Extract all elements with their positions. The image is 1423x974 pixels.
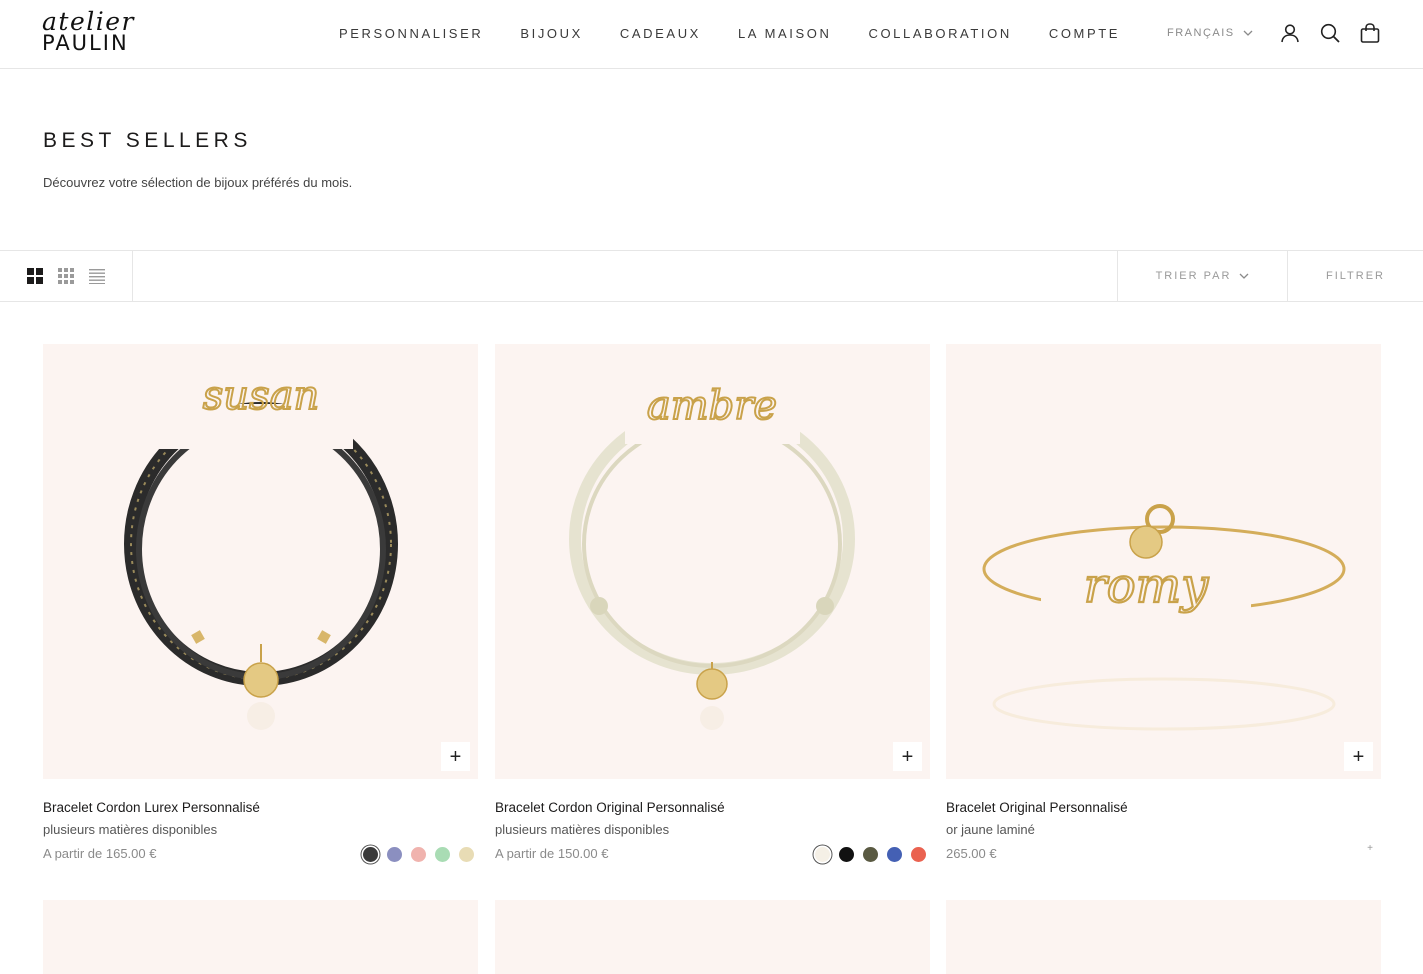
product-title[interactable]: Bracelet Cordon Lurex Personnalisé (43, 800, 260, 815)
nav-collaboration[interactable]: COLLABORATION (868, 26, 1011, 41)
color-swatch[interactable] (815, 847, 830, 862)
product-subtitle: plusieurs matières disponibles (495, 822, 670, 837)
cart-icon[interactable] (1359, 22, 1381, 44)
filter-label: FILTRER (1325, 270, 1386, 282)
product-card[interactable]: ambre + Bracelet Cordon Original Personn… (495, 344, 930, 862)
sort-button[interactable]: TRIER PAR (1117, 251, 1288, 301)
product-image[interactable]: susan + (43, 344, 478, 779)
logo-line2: PAULIN (42, 31, 129, 55)
language-selector[interactable]: FRANÇAIS (1167, 27, 1253, 39)
color-swatch[interactable] (435, 847, 450, 862)
product-card-partial[interactable] (43, 900, 478, 974)
bracelet-cordon-image: ambre (569, 382, 855, 730)
color-swatch[interactable] (839, 847, 854, 862)
engraving-text: romy (1084, 558, 1209, 614)
nav-bijoux[interactable]: BIJOUX (520, 26, 583, 41)
layout-switcher (0, 251, 133, 301)
sort-label: TRIER PAR (1155, 270, 1232, 282)
color-swatch[interactable] (911, 847, 926, 862)
filter-button[interactable]: FILTRER (1288, 251, 1423, 301)
color-swatch[interactable] (459, 847, 474, 862)
brand-logo[interactable]: atelier PAULIN (42, 9, 138, 54)
nav-personnaliser[interactable]: PERSONNALISER (339, 26, 483, 41)
product-card-partial[interactable] (495, 900, 930, 974)
account-icon[interactable] (1279, 22, 1301, 44)
page-title: BEST SELLERS (43, 129, 252, 152)
engraving-text: ambre (647, 383, 777, 429)
language-label: FRANÇAIS (1167, 27, 1235, 39)
color-swatch[interactable] (887, 847, 902, 862)
nav-la-maison[interactable]: LA MAISON (738, 26, 831, 41)
color-swatches (815, 847, 926, 862)
search-icon[interactable] (1319, 22, 1341, 44)
product-title[interactable]: Bracelet Cordon Original Personnalisé (495, 800, 725, 815)
nav-cadeaux[interactable]: CADEAUX (620, 26, 701, 41)
product-card-partial[interactable] (946, 900, 1381, 974)
color-swatch[interactable] (411, 847, 426, 862)
color-swatch[interactable] (387, 847, 402, 862)
plus-icon: + (1367, 843, 1373, 854)
bracelet-lurex-image: susan (124, 372, 398, 730)
list-icon[interactable] (89, 268, 105, 284)
product-image[interactable]: ambre + (495, 344, 930, 779)
product-subtitle: plusieurs matières disponibles (43, 822, 218, 837)
site-header: atelier PAULIN PERSONNALISER BIJOUX CADE… (0, 0, 1423, 69)
color-swatch[interactable] (363, 847, 378, 862)
color-swatches (363, 847, 474, 862)
collection-toolbar: TRIER PAR FILTRER (0, 250, 1423, 302)
engraving-text: susan (203, 373, 319, 419)
product-price: A partir de 165.00 € (43, 846, 157, 861)
product-price: 265.00 € (946, 846, 997, 861)
chevron-down-icon (1239, 273, 1249, 279)
product-price: A partir de 150.00 € (495, 846, 609, 861)
grid-large-icon[interactable] (27, 268, 43, 284)
bracelet-original-image: romy (982, 504, 1346, 731)
nav-compte[interactable]: COMPTE (1049, 26, 1120, 41)
product-card[interactable]: romy + Bracelet Original Personnalisé or… (946, 344, 1381, 861)
chevron-down-icon (1243, 30, 1253, 36)
quick-add-button[interactable]: + (1344, 742, 1373, 771)
page-description: Découvrez votre sélection de bijoux préf… (43, 175, 353, 190)
main-nav: PERSONNALISER BIJOUX CADEAUX LA MAISON C… (339, 26, 1157, 41)
quick-add-button[interactable]: + (893, 742, 922, 771)
product-title[interactable]: Bracelet Original Personnalisé (946, 800, 1128, 815)
product-image[interactable]: romy + (946, 344, 1381, 779)
color-swatch[interactable] (863, 847, 878, 862)
grid-small-icon[interactable] (58, 268, 74, 284)
product-card[interactable]: susan + Bracelet Cordon Lurex Personnali… (43, 344, 478, 862)
product-subtitle: or jaune laminé (946, 822, 1035, 837)
quick-add-button[interactable]: + (441, 742, 470, 771)
